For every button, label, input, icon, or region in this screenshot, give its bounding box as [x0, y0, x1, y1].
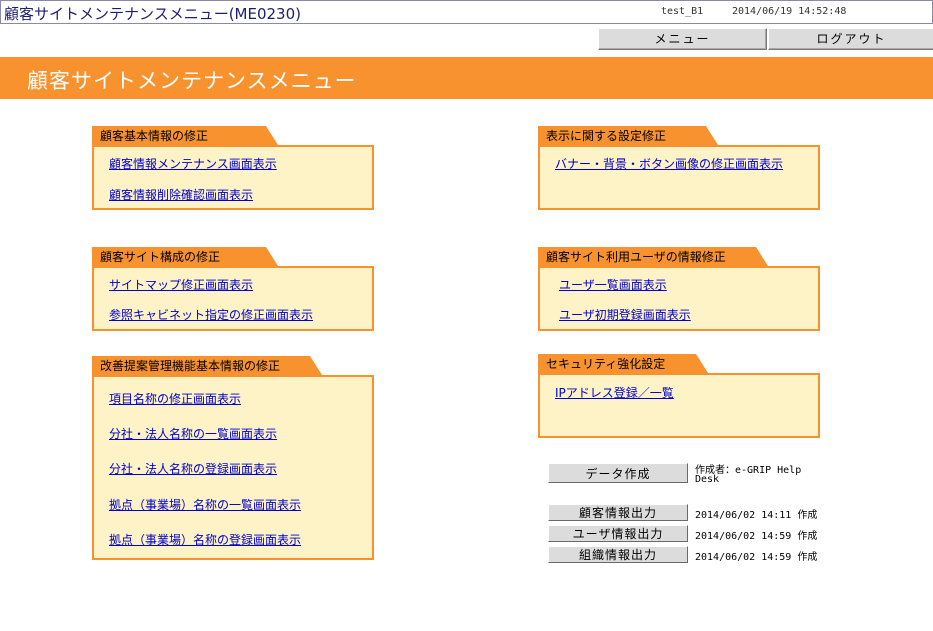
menu-button[interactable]: メニュー: [598, 28, 767, 50]
page-title: 顧客サイトメンテナンスメニュー: [27, 69, 357, 93]
link-banner-image-edit[interactable]: バナー・背景・ボタン画像の修正画面表示: [555, 155, 783, 172]
section-title: 顧客サイト利用ユーザの情報修正: [538, 247, 768, 266]
link-branch-list[interactable]: 分社・法人名称の一覧画面表示: [109, 425, 277, 442]
link-customer-maintenance[interactable]: 顧客情報メンテナンス画面表示: [109, 155, 277, 172]
link-customer-delete-confirm[interactable]: 顧客情報削除確認画面表示: [109, 186, 253, 203]
datetime: 2014/06/19 14:52:48: [732, 6, 847, 17]
logout-button[interactable]: ログアウト: [768, 28, 933, 50]
section-title: 顧客サイト構成の修正: [92, 247, 278, 266]
page-banner: 顧客サイトメンテナンスメニュー: [0, 57, 933, 99]
link-cabinet-edit[interactable]: 参照キャビネット指定の修正画面表示: [109, 306, 313, 323]
title-bar: 顧客サイトメンテナンスメニュー(ME0230) test_B1 2014/06/…: [0, 0, 933, 24]
link-site-register[interactable]: 拠点（事業場）名称の登録画面表示: [109, 531, 301, 548]
link-site-list[interactable]: 拠点（事業場）名称の一覧画面表示: [109, 496, 301, 513]
section-title: 表示に関する設定修正: [538, 126, 718, 145]
customer-export-info: 2014/06/02 14:11 作成: [695, 510, 818, 521]
link-item-name-edit[interactable]: 項目名称の修正画面表示: [109, 390, 241, 407]
user-id: test_B1: [661, 6, 704, 17]
link-branch-register[interactable]: 分社・法人名称の登録画面表示: [109, 460, 277, 477]
link-user-initial-register[interactable]: ユーザ初期登録画面表示: [559, 306, 691, 323]
app-title: 顧客サイトメンテナンスメニュー(ME0230): [4, 5, 301, 23]
section-title: セキュリティ強化設定: [538, 354, 708, 373]
org-export-info: 2014/06/02 14:59 作成: [695, 552, 818, 563]
section-title: 顧客基本情報の修正: [92, 126, 278, 145]
customer-export-button[interactable]: 顧客情報出力: [548, 504, 688, 521]
creator-label-cont: Desk: [695, 474, 720, 485]
user-export-info: 2014/06/02 14:59 作成: [695, 531, 818, 542]
user-export-button[interactable]: ユーザ情報出力: [548, 525, 688, 542]
create-data-button[interactable]: データ作成: [548, 463, 688, 483]
link-ip-address[interactable]: IPアドレス登録／一覧: [555, 384, 674, 401]
link-sitemap-edit[interactable]: サイトマップ修正画面表示: [109, 276, 253, 293]
section-title: 改善提案管理機能基本情報の修正: [92, 356, 322, 375]
org-export-button[interactable]: 組織情報出力: [548, 546, 688, 563]
link-user-list[interactable]: ユーザ一覧画面表示: [559, 276, 667, 293]
section-panel: [538, 373, 820, 438]
